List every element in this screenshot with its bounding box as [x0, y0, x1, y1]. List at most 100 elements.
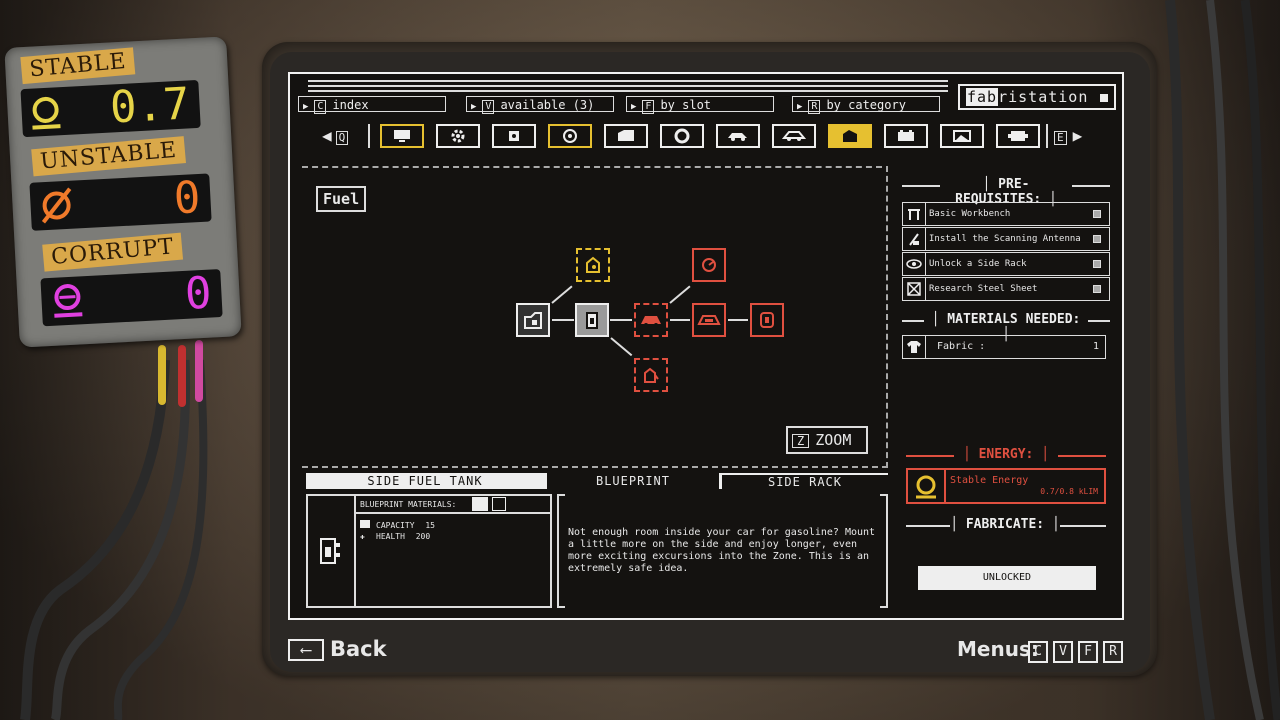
- tree-node-side-rack[interactable]: [634, 303, 668, 337]
- stable-readout: 0.7: [20, 78, 201, 138]
- checkbox-icon: [1093, 285, 1101, 293]
- category-door[interactable]: [604, 124, 648, 148]
- jerry-can-icon: [524, 312, 542, 329]
- anomaly-gauge: STABLE 0.7 UNSTABLE 0 CORRUPT 0: [4, 36, 242, 348]
- tab-key: R: [808, 100, 821, 114]
- fabricate-header: │ FABRICATE: │: [950, 517, 1060, 532]
- tab-index[interactable]: ▶ Cindex: [298, 96, 446, 114]
- category-wheel[interactable]: [660, 124, 704, 148]
- fuel-can-icon: [586, 256, 600, 273]
- tab-label: available (3): [500, 98, 595, 112]
- next-category-button[interactable]: E ▶: [1054, 126, 1082, 145]
- divider: [368, 124, 370, 148]
- material-label: Fabric :: [937, 341, 986, 352]
- car-side-icon: [728, 133, 747, 141]
- item-icon-cell: [308, 496, 356, 606]
- menu-key-v[interactable]: V: [1053, 641, 1073, 663]
- zoom-button[interactable]: Z ZOOM: [786, 426, 868, 454]
- brand-rest: ristation: [998, 88, 1089, 106]
- category-image[interactable]: [940, 124, 984, 148]
- tree-node-fuel-pump[interactable]: [634, 358, 668, 392]
- tree-connector: [728, 319, 748, 321]
- bottom-tab-side-rack[interactable]: SIDE RACK: [722, 473, 888, 489]
- tree-node-engine-part[interactable]: [750, 303, 784, 337]
- tree-node-tank-upgrade[interactable]: [692, 248, 726, 282]
- bottom-tab-blueprint[interactable]: BLUEPRINT: [547, 473, 719, 489]
- prereq-item: Unlock a Side Rack: [902, 252, 1110, 276]
- category-monitor[interactable]: [380, 124, 424, 148]
- brand-highlight: fab: [966, 88, 999, 106]
- tree-connector: [610, 319, 632, 321]
- materials-header-text: MATERIALS NEEDED:: [947, 312, 1081, 327]
- menus-label: Menus:: [957, 637, 1039, 661]
- prev-key: Q: [335, 131, 349, 145]
- tab-by-slot[interactable]: ▶ Fby slot: [626, 96, 774, 114]
- stat-value: 200: [415, 532, 431, 541]
- eye-icon: [903, 253, 926, 275]
- corrupt-label: CORRUPT: [42, 232, 184, 272]
- fuel-can-icon: [843, 130, 857, 142]
- tree-node-jerry-can[interactable]: [516, 303, 550, 337]
- category-battery[interactable]: [884, 124, 928, 148]
- tab-key: C: [314, 100, 327, 114]
- tree-connector: [552, 319, 574, 321]
- unlocked-button[interactable]: UNLOCKED: [918, 566, 1096, 590]
- category-car-side[interactable]: [716, 124, 760, 148]
- tree-node-side-fuel-tank[interactable]: [575, 303, 609, 337]
- tree-node-roof-rack[interactable]: [692, 303, 726, 337]
- header-stripe: [308, 85, 948, 87]
- play-icon: ▶: [303, 102, 309, 112]
- tab-by-category[interactable]: ▶ Rby category: [792, 96, 940, 114]
- tab-label: index: [332, 98, 369, 112]
- menu-key-f[interactable]: F: [1078, 641, 1098, 663]
- brand-square-icon: [1100, 94, 1108, 102]
- menu-key-c[interactable]: C: [1028, 641, 1048, 663]
- tree-bottom-border: [302, 466, 888, 468]
- energy-icon-cell: [908, 470, 946, 502]
- gear-icon: [451, 129, 465, 143]
- prereq-label: Research Steel Sheet: [929, 284, 1038, 294]
- arrow-left-icon: ⟵: [288, 639, 324, 661]
- tree-top-border: [302, 166, 882, 168]
- category-gear[interactable]: [436, 124, 480, 148]
- blueprint-details: BLUEPRINT MATERIALS: CAPACITY 15 ✚ HEALTH…: [306, 494, 552, 608]
- menu-key-r[interactable]: R: [1103, 641, 1123, 663]
- corrupt-readout: 0: [40, 268, 223, 327]
- checkbox-icon: [1093, 210, 1101, 218]
- tab-key: F: [642, 100, 655, 114]
- car-side-icon: [641, 316, 661, 327]
- stat-label: CAPACITY: [376, 521, 415, 530]
- prev-category-button[interactable]: ◀ Q: [322, 126, 354, 145]
- tree-right-border: [886, 166, 888, 468]
- category-engine[interactable]: [996, 124, 1040, 148]
- cables-right: [1165, 0, 1280, 720]
- description-panel: Not enough room inside your car for gaso…: [557, 494, 888, 608]
- bottom-tab-side-fuel-tank[interactable]: SIDE FUEL TANK: [306, 473, 544, 489]
- crate-icon: [903, 278, 926, 300]
- tree-node-fuel-can[interactable]: [576, 248, 610, 282]
- stat-value: 15: [425, 521, 435, 530]
- material-count: 1: [1092, 341, 1099, 352]
- tab-available[interactable]: ▶ Vavailable (3): [466, 96, 614, 114]
- back-label: Back: [330, 637, 387, 661]
- tab-key: V: [482, 100, 495, 114]
- wheel-icon: [674, 128, 690, 144]
- category-car-roof[interactable]: [772, 124, 816, 148]
- unstable-icon: [41, 187, 72, 224]
- brand-logo: fabristation: [958, 84, 1116, 110]
- monitor-icon: [394, 130, 410, 142]
- category-tire[interactable]: [548, 124, 592, 148]
- next-key: E: [1054, 131, 1067, 145]
- category-antenna[interactable]: [492, 124, 536, 148]
- energy-box: Stable Energy 0.7/0.8 kLIM: [906, 468, 1106, 504]
- play-icon: ▶: [471, 102, 477, 112]
- tire-icon: [563, 129, 577, 143]
- energy-header-text: ENERGY:: [978, 447, 1034, 462]
- fuel-tank-icon: [320, 538, 340, 564]
- image-icon: [953, 130, 971, 142]
- stable-value: 0.7: [108, 78, 191, 134]
- category-fuel-can[interactable]: [828, 124, 872, 148]
- engine-icon: [760, 312, 774, 328]
- checkbox-icon: [1093, 235, 1101, 243]
- prereq-label: Basic Workbench: [929, 209, 1011, 219]
